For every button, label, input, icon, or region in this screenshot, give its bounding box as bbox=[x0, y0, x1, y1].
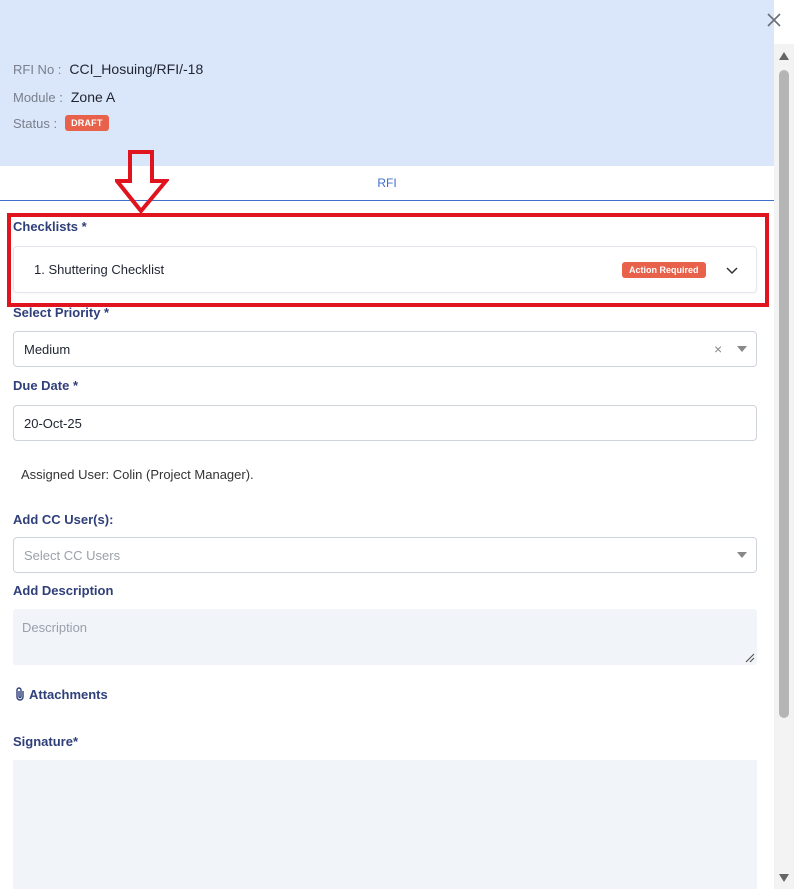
status-badge: DRAFT bbox=[65, 115, 109, 131]
signature-pad[interactable] bbox=[13, 760, 757, 889]
checklist-item[interactable]: 1. Shuttering Checklist Action Required bbox=[13, 246, 757, 293]
rfi-no-value: CCI_Hosuing/RFI/-18 bbox=[69, 61, 204, 77]
cc-users-placeholder: Select CC Users bbox=[24, 547, 121, 563]
description-label: Add Description bbox=[13, 583, 114, 598]
rfi-no-label: RFI No : bbox=[13, 61, 62, 77]
due-date-input[interactable]: 20-Oct-25 bbox=[13, 405, 757, 441]
attachments-button[interactable]: Attachments bbox=[13, 686, 108, 702]
close-button[interactable] bbox=[764, 10, 784, 30]
due-date-label: Due Date * bbox=[13, 378, 79, 393]
tab-rfi-label: RFI bbox=[377, 176, 397, 190]
checklists-label: Checklists * bbox=[13, 219, 87, 234]
paperclip-icon bbox=[16, 687, 24, 701]
scrollbar-thumb[interactable] bbox=[779, 70, 789, 718]
resize-grip-icon[interactable] bbox=[745, 653, 755, 663]
chevron-down-icon[interactable] bbox=[724, 262, 740, 278]
description-placeholder: Description bbox=[22, 620, 88, 635]
clear-icon[interactable]: × bbox=[714, 341, 722, 357]
module-row: Module : Zone A bbox=[13, 89, 115, 105]
status-label: Status : bbox=[13, 115, 58, 131]
assigned-user-text: Assigned User: Colin (Project Manager). bbox=[21, 467, 254, 482]
tab-rfi[interactable]: RFI bbox=[0, 166, 774, 201]
rfi-no-row: RFI No : CCI_Hosuing/RFI/-18 bbox=[13, 61, 203, 77]
close-icon[interactable] bbox=[764, 10, 784, 30]
cc-users-label: Add CC User(s): bbox=[13, 512, 114, 527]
priority-value: Medium bbox=[24, 341, 71, 357]
attachments-label: Attachments bbox=[29, 686, 108, 702]
priority-select[interactable]: Medium × bbox=[13, 331, 757, 367]
caret-down-icon[interactable] bbox=[737, 346, 747, 352]
signature-label: Signature* bbox=[13, 734, 79, 749]
description-textarea[interactable]: Description bbox=[13, 609, 757, 665]
checklist-item-title: 1. Shuttering Checklist bbox=[34, 262, 165, 277]
caret-down-icon[interactable] bbox=[737, 552, 747, 558]
scroll-down-icon[interactable] bbox=[779, 874, 789, 882]
due-date-value: 20-Oct-25 bbox=[24, 415, 82, 431]
cc-users-select[interactable]: Select CC Users bbox=[13, 537, 757, 573]
module-value: Zone A bbox=[70, 89, 116, 105]
action-required-badge: Action Required bbox=[622, 262, 706, 278]
scrollbar[interactable] bbox=[774, 44, 794, 889]
rfi-header: RFI No : CCI_Hosuing/RFI/-18 Module : Zo… bbox=[0, 0, 774, 166]
status-row: Status : DRAFT bbox=[13, 115, 109, 131]
module-label: Module : bbox=[13, 89, 63, 105]
scroll-up-icon[interactable] bbox=[779, 52, 789, 60]
priority-label: Select Priority * bbox=[13, 305, 110, 320]
